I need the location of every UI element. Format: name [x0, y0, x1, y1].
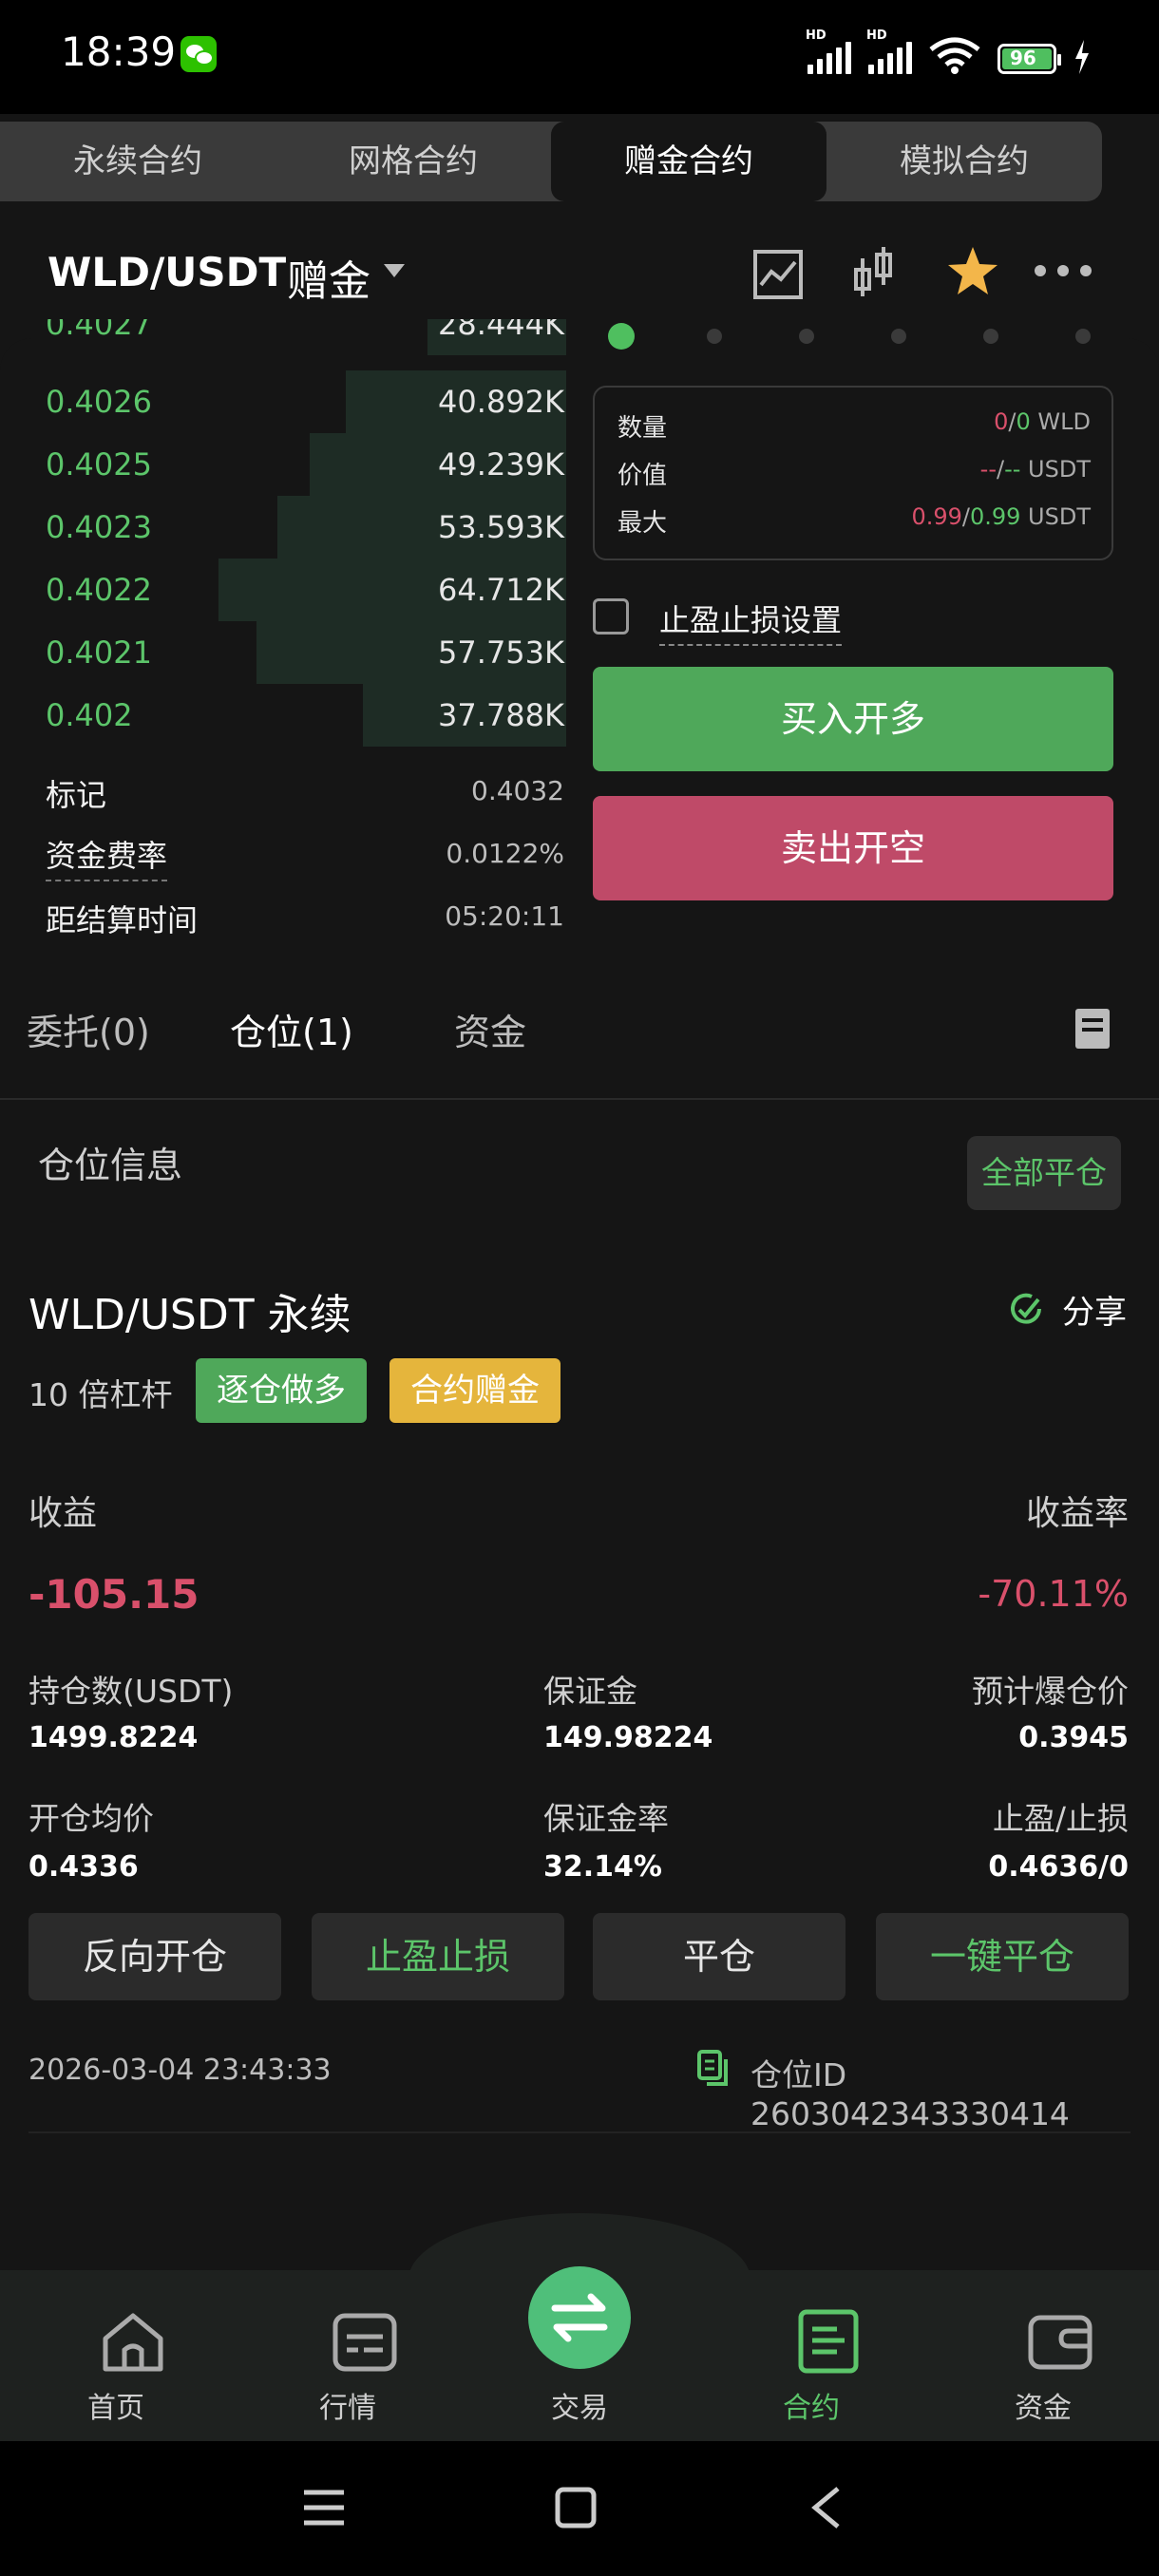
tpsl-checkbox[interactable] — [593, 598, 629, 635]
position-pair: WLD/USDT 永续 — [28, 1291, 352, 1339]
more-icon[interactable] — [1034, 264, 1092, 277]
orderbook-row[interactable]: 0.4021 57.753K — [0, 621, 570, 684]
mode-selector[interactable]: 赠金 — [287, 247, 370, 308]
entry-price-label: 开仓均价 — [28, 1800, 154, 1837]
roe-label: 收益率 — [1025, 1494, 1129, 1533]
value-value: --/-- USDT — [979, 456, 1091, 483]
position-mode-badge: 逐仓做多 — [196, 1358, 367, 1423]
market-icon — [332, 2313, 396, 2372]
divider — [0, 1098, 1159, 1100]
wifi-icon — [929, 37, 980, 74]
liq-price-label: 预计爆仓价 — [972, 1673, 1129, 1710]
tab-positions[interactable]: 仓位(1) — [230, 1003, 353, 1055]
max-label: 最大 — [618, 509, 668, 538]
swap-icon — [551, 2293, 608, 2342]
funding-rate-value: 0.0122% — [446, 838, 564, 869]
pnl-value: -105.15 — [28, 1571, 200, 1618]
candlestick-icon[interactable] — [851, 245, 897, 304]
reverse-open-button[interactable]: 反向开仓 — [28, 1913, 281, 2000]
tab-bonus[interactable]: 赠金合约 — [551, 122, 826, 201]
roe-value: -70.11% — [978, 1573, 1129, 1615]
order-summary-box: 数量 0/0 WLD 价值 --/-- USDT 最大 0.99/0.99 US… — [593, 386, 1113, 560]
bonus-badge: 合约赠金 — [390, 1358, 560, 1423]
quantity-value: 0/0 WLD — [994, 408, 1091, 435]
nav-contract[interactable]: 合约 — [745, 2308, 878, 2425]
tpsl-label: 止盈/止损 — [992, 1800, 1129, 1837]
mark-value: 0.4032 — [471, 775, 564, 806]
contract-type-tabs: 永续合约 网格合约 赠金合约 模拟合约 — [0, 122, 1102, 201]
quantity-label: 数量 — [618, 414, 668, 443]
pair-selector[interactable]: WLD/USDT — [48, 249, 286, 295]
margin-label: 保证金 — [543, 1673, 637, 1710]
tab-orders[interactable]: 委托(0) — [27, 1003, 150, 1055]
position-info-title: 仓位信息 — [38, 1145, 183, 1186]
copy-icon[interactable] — [695, 2050, 730, 2088]
max-value: 0.99/0.99 USDT — [911, 503, 1091, 530]
menu-icon[interactable] — [302, 2489, 346, 2527]
settlement-label: 距结算时间 — [46, 902, 199, 938]
home-button-icon[interactable] — [555, 2487, 597, 2529]
tab-grid[interactable]: 网格合约 — [276, 122, 551, 201]
mark-label: 标记 — [46, 777, 107, 813]
value-label: 价值 — [618, 462, 668, 490]
margin-value: 149.98224 — [543, 1721, 713, 1754]
orderbook-row[interactable]: 0.4022 64.712K — [0, 559, 570, 621]
entry-price-value: 0.4336 — [28, 1850, 139, 1884]
tpsl-settings-label[interactable]: 止盈止损设置 — [659, 597, 843, 646]
close-position-button[interactable]: 平仓 — [593, 1913, 846, 2000]
divider — [28, 2131, 1130, 2133]
orderbook-row[interactable]: 0.402 37.788K — [0, 684, 570, 747]
tpsl-button[interactable]: 止盈止损 — [312, 1913, 564, 2000]
battery-icon: 96 — [998, 44, 1061, 74]
leverage-label: 10 倍杠杆 — [28, 1376, 173, 1413]
tab-perpetual[interactable]: 永续合约 — [0, 122, 276, 201]
charging-icon — [1075, 40, 1089, 74]
chevron-down-icon[interactable] — [384, 264, 405, 277]
position-id: 仓位ID 2603042343330414 — [750, 2056, 1070, 2132]
contract-icon — [798, 2309, 858, 2374]
orderbook-row[interactable]: 0.4025 49.239K — [0, 433, 570, 496]
nav-home[interactable]: 首页 — [49, 2308, 182, 2425]
wallet-icon — [1028, 2315, 1092, 2370]
share-button[interactable]: 分享 — [1062, 1286, 1127, 1333]
margin-ratio-label: 保证金率 — [543, 1800, 669, 1837]
size-label: 持仓数(USDT) — [28, 1673, 234, 1710]
settlement-countdown: 05:20:11 — [445, 900, 564, 932]
document-icon[interactable] — [1074, 1007, 1112, 1051]
tpsl-value: 0.4636/0 — [988, 1850, 1129, 1884]
home-icon — [103, 2313, 162, 2372]
tab-simulated[interactable]: 模拟合约 — [826, 122, 1102, 201]
buy-long-button[interactable]: 买入开多 — [593, 667, 1113, 771]
back-icon[interactable] — [809, 2485, 842, 2530]
trade-fab[interactable] — [528, 2266, 631, 2369]
leverage-slider[interactable] — [589, 323, 1121, 351]
pnl-label: 收益 — [28, 1494, 98, 1533]
nav-wallet[interactable]: 资金 — [977, 2308, 1110, 2425]
share-icon[interactable] — [1007, 1290, 1045, 1328]
liq-price-value: 0.3945 — [1018, 1721, 1129, 1754]
size-value: 1499.8224 — [28, 1721, 199, 1754]
orderbook-row[interactable]: 0.4023 53.593K — [0, 496, 570, 559]
status-indicators: HD HD 96 — [806, 28, 1091, 74]
wechat-icon — [180, 36, 217, 72]
status-time: 18:39 — [61, 28, 177, 75]
orderbook-row[interactable]: 0.4027 28.444K — [0, 319, 570, 355]
sell-short-button[interactable]: 卖出开空 — [593, 796, 1113, 900]
star-icon[interactable] — [946, 245, 999, 298]
position-timestamp: 2026-03-04 23:43:33 — [28, 2054, 332, 2087]
orderbook-row[interactable]: 0.4026 40.892K — [0, 370, 570, 433]
nav-market[interactable]: 行情 — [281, 2308, 414, 2425]
tab-funds[interactable]: 资金 — [454, 1003, 526, 1055]
signal-icon: HD — [806, 28, 851, 74]
line-chart-icon[interactable] — [752, 249, 804, 300]
margin-ratio-value: 32.14% — [543, 1850, 662, 1884]
signal-icon-2: HD — [866, 28, 912, 74]
close-all-button[interactable]: 全部平仓 — [967, 1136, 1121, 1210]
funding-rate-label[interactable]: 资金费率 — [46, 832, 168, 881]
quick-close-button[interactable]: 一键平仓 — [876, 1913, 1129, 2000]
